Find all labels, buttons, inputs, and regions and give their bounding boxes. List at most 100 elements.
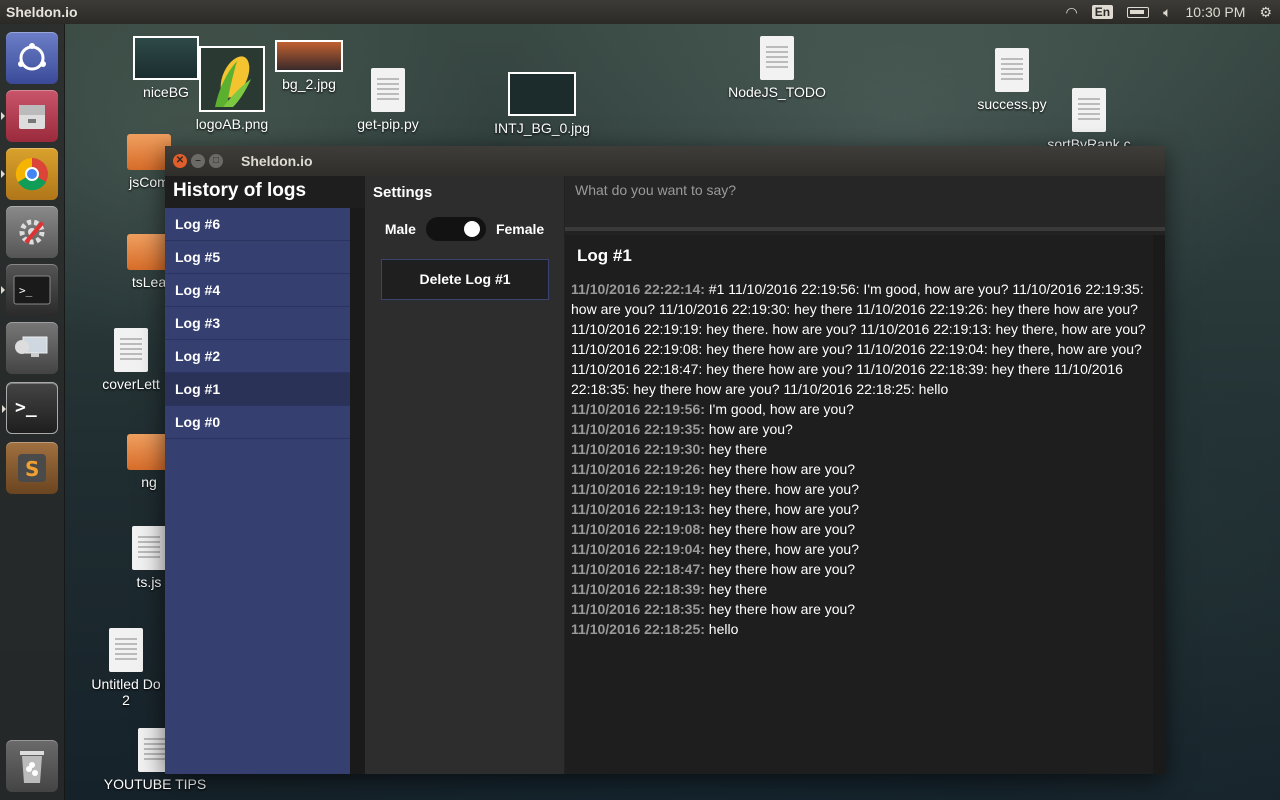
desktop-icon-sortbyrank[interactable]: sortByRank.c	[1044, 88, 1134, 152]
desktop-icon-label: coverLett	[102, 376, 160, 392]
toggle-knob	[463, 221, 480, 237]
male-label: Male	[384, 221, 416, 237]
desktop-icon-label: ts.js	[136, 574, 162, 590]
desktop-icon-label: 2	[122, 692, 130, 708]
svg-text:S: S	[25, 457, 39, 481]
desktop-icon-intj-bg[interactable]: INTJ_BG_0.jpg	[490, 72, 594, 136]
log-message: I'm good, how are you?	[704, 401, 854, 417]
files-icon[interactable]	[1, 90, 58, 142]
minimize-icon[interactable]: –	[191, 154, 205, 168]
log-item-0[interactable]: Log #0	[165, 406, 350, 439]
history-panel: History of logs Log #6 Log #5 Log #4 Log…	[165, 176, 365, 774]
desktop-icon-label: ng	[141, 474, 157, 490]
log-message: hey there, how are you?	[704, 541, 859, 557]
window-titlebar[interactable]: ✕ – □ Sheldon.io	[165, 146, 1165, 176]
desktop-icon-label: success.py	[977, 96, 1047, 112]
desktop-icon-get-pip[interactable]: get-pip.py	[350, 68, 426, 132]
python-file-icon	[371, 68, 405, 112]
desktop-icon-label: niceBG	[143, 84, 189, 100]
window-content: History of logs Log #6 Log #5 Log #4 Log…	[165, 176, 1165, 774]
log-timestamp: 11/10/2016 22:18:35:	[571, 601, 705, 617]
log-body: 11/10/2016 22:22:14: #1 11/10/2016 22:19…	[571, 279, 1151, 774]
log-line: 11/10/2016 22:19:30: hey there	[571, 439, 1151, 459]
history-heading: History of logs	[173, 180, 307, 201]
image-thumbnail-icon	[275, 40, 343, 72]
close-icon[interactable]: ✕	[173, 154, 187, 168]
battery-icon[interactable]	[1127, 6, 1150, 18]
delete-log-button[interactable]: Delete Log #1	[381, 259, 549, 300]
desktop-icon-coverletter[interactable]: coverLett	[94, 328, 168, 392]
ubuntu-icon[interactable]	[6, 32, 58, 84]
keyboard-layout-indicator[interactable]: En	[1091, 5, 1114, 19]
message-input[interactable]	[565, 176, 1165, 231]
code-file-icon	[132, 526, 166, 570]
log-line: 11/10/2016 22:19:13: hey there, how are …	[571, 499, 1151, 519]
log-item-3[interactable]: Log #3	[165, 307, 350, 340]
log-line: 11/10/2016 22:22:14: #1 11/10/2016 22:19…	[571, 279, 1151, 399]
main-panel: Log #1 11/10/2016 22:22:14: #1 11/10/201…	[565, 176, 1165, 774]
desktop-icon-logoAB[interactable]: logoAB.png	[190, 46, 274, 132]
maximize-icon[interactable]: □	[209, 154, 223, 168]
launcher: >_ >_ S	[0, 24, 65, 800]
terminal-icon[interactable]: >_	[2, 382, 58, 434]
log-message: hey there, how are you?	[704, 501, 859, 517]
word-document-icon	[114, 328, 148, 372]
log-line: 11/10/2016 22:19:04: hey there, how are …	[571, 539, 1151, 559]
volume-icon[interactable]: 🔈︎	[1163, 4, 1171, 20]
log-item-5[interactable]: Log #5	[165, 241, 350, 274]
log-title: Log #1	[577, 246, 632, 265]
indicator-area: ◠ En 🔈︎ 10:30 PM ⚙	[1066, 4, 1280, 20]
desktop-icon-nodejs-todo[interactable]: NodeJS_TODO	[722, 36, 832, 100]
terminal-icon[interactable]: >_	[1, 264, 58, 316]
log-item-4[interactable]: Log #4	[165, 274, 350, 307]
corn-icon	[199, 46, 265, 112]
trash-icon[interactable]	[6, 740, 58, 792]
remote-desktop-icon[interactable]	[6, 322, 58, 374]
desktop-icon-label: Untitled Do	[91, 676, 161, 692]
log-item-2[interactable]: Log #2	[165, 340, 350, 373]
log-message: hey there. how are you?	[704, 481, 859, 497]
log-message: #1 11/10/2016 22:19:56: I'm good, how ar…	[571, 281, 1146, 397]
text-file-icon	[109, 628, 143, 672]
log-timestamp: 11/10/2016 22:19:56:	[571, 401, 705, 417]
gender-toggle[interactable]	[425, 217, 486, 241]
log-line: 11/10/2016 22:19:56: I'm good, how are y…	[571, 399, 1151, 419]
image-thumbnail-icon	[508, 72, 576, 116]
desktop-icon-bg2[interactable]: bg_2.jpg	[272, 40, 346, 92]
log-timestamp: 11/10/2016 22:22:14:	[571, 281, 705, 297]
log-timestamp: 11/10/2016 22:19:04:	[571, 541, 705, 557]
window-title: Sheldon.io	[241, 153, 313, 169]
log-item-1[interactable]: Log #1	[165, 373, 350, 406]
system-gear-icon[interactable]: ⚙	[1259, 4, 1272, 20]
c-file-icon	[1072, 88, 1106, 132]
wifi-icon[interactable]: ◠	[1066, 4, 1078, 20]
log-scrollbar[interactable]	[1153, 235, 1165, 774]
log-line: 11/10/2016 22:19:26: hey there how are y…	[571, 459, 1151, 479]
female-label: Female	[495, 221, 545, 237]
settings-panel: Settings Male Female Delete Log #1	[365, 176, 565, 774]
desktop-icon-label: YOUTUBE TIPS	[103, 776, 207, 792]
history-scrollbar[interactable]	[350, 208, 365, 774]
text-file-icon	[760, 36, 794, 80]
desktop-icon-success[interactable]: success.py	[970, 48, 1054, 112]
log-message: hey there how are you?	[704, 521, 856, 537]
desktop-icon-label: INTJ_BG_0.jpg	[494, 120, 590, 136]
log-message: hey there	[704, 581, 768, 597]
log-view: Log #1 11/10/2016 22:22:14: #1 11/10/201…	[565, 235, 1165, 774]
log-item-6[interactable]: Log #6	[165, 208, 350, 241]
settings-icon[interactable]	[6, 206, 58, 258]
log-line: 11/10/2016 22:19:19: hey there. how are …	[571, 479, 1151, 499]
log-line: 11/10/2016 22:19:08: hey there how are y…	[571, 519, 1151, 539]
log-timestamp: 11/10/2016 22:18:39:	[571, 581, 705, 597]
clock[interactable]: 10:30 PM	[1186, 4, 1246, 20]
log-message: hey there	[704, 441, 768, 457]
gender-toggle-row: Male Female	[373, 217, 556, 241]
chrome-icon[interactable]	[1, 148, 58, 200]
app-window: ✕ – □ Sheldon.io History of logs Log #6 …	[165, 146, 1165, 774]
log-message: how are you?	[704, 421, 793, 437]
desktop-icon-untitled-doc[interactable]: Untitled Do 2	[86, 628, 166, 708]
log-timestamp: 11/10/2016 22:19:35:	[571, 421, 705, 437]
python-file-icon	[995, 48, 1029, 92]
log-line: 11/10/2016 22:19:35: how are you?	[571, 419, 1151, 439]
sublime-text-icon[interactable]: S	[6, 442, 58, 494]
